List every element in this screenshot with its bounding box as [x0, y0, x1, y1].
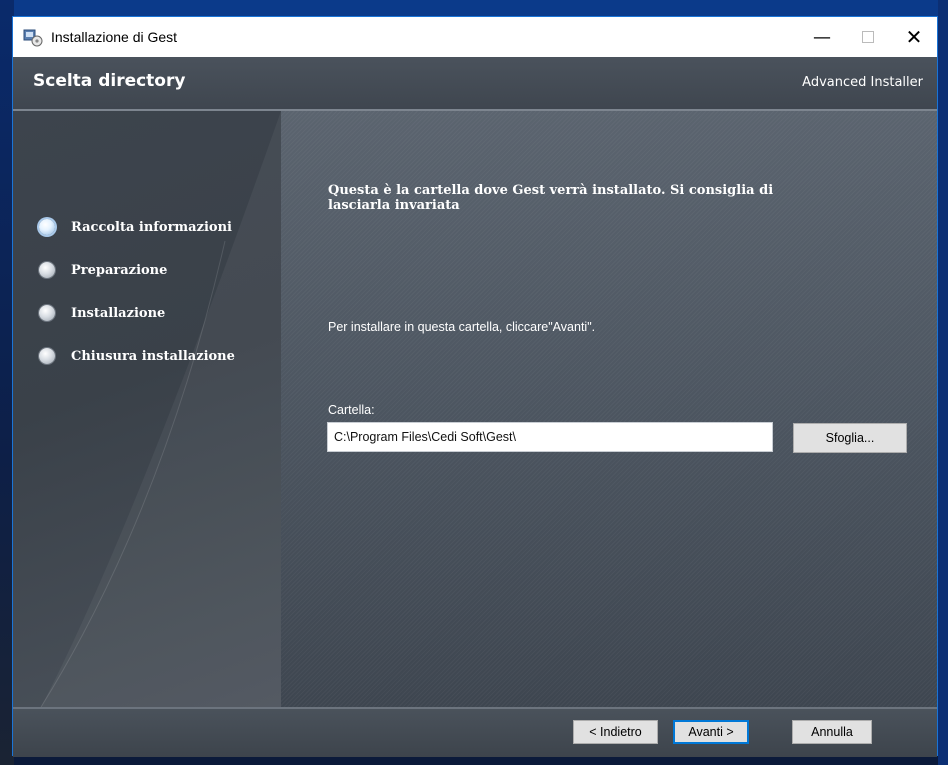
browse-button[interactable]: Sfoglia...	[793, 423, 907, 453]
maximize-button[interactable]	[845, 17, 891, 57]
step-label: Preparazione	[71, 262, 168, 278]
close-button[interactable]: ✕	[891, 17, 937, 57]
instruction-text: Per installare in questa cartella, clicc…	[328, 320, 596, 334]
desktop-background-top	[0, 0, 948, 16]
page-header: Scelta directory Advanced Installer	[13, 57, 937, 111]
step-label: Installazione	[71, 305, 166, 321]
step-indicator-icon	[39, 305, 55, 321]
desktop-background-right	[938, 0, 948, 765]
window-title: Installazione di Gest	[51, 29, 178, 45]
folder-label: Cartella:	[328, 403, 375, 417]
step-installazione: Installazione	[39, 305, 165, 321]
minimize-icon: —	[813, 26, 831, 48]
next-button[interactable]: Avanti >	[673, 720, 749, 744]
installer-window: Installazione di Gest — ✕ Scelta directo…	[12, 16, 938, 757]
step-chiusura-installazione: Chiusura installazione	[39, 348, 235, 364]
sidebar-decoration	[40, 111, 281, 707]
title-bar[interactable]: Installazione di Gest — ✕	[13, 17, 937, 57]
main-content: Questa è la cartella dove Gest verrà ins…	[281, 111, 937, 707]
step-label: Raccolta informazioni	[71, 219, 232, 235]
brand-label: Advanced Installer	[802, 75, 923, 90]
step-raccolta-informazioni: Raccolta informazioni	[39, 219, 232, 235]
page-title: Scelta directory	[33, 71, 186, 91]
step-indicator-icon	[39, 348, 55, 364]
step-preparazione: Preparazione	[39, 262, 167, 278]
back-button[interactable]: < Indietro	[573, 720, 658, 744]
minimize-button[interactable]: —	[799, 17, 845, 57]
maximize-icon	[862, 31, 874, 43]
content-heading: Questa è la cartella dove Gest verrà ins…	[328, 183, 774, 213]
step-indicator-icon	[39, 262, 55, 278]
step-label: Chiusura installazione	[71, 348, 235, 364]
steps-sidebar: Raccolta informazioni Preparazione Insta…	[13, 111, 281, 707]
footer-bar: < Indietro Avanti > Annulla	[13, 707, 937, 757]
close-icon: ✕	[905, 25, 923, 49]
installer-package-icon	[23, 27, 43, 47]
folder-path-input[interactable]	[327, 422, 773, 452]
cancel-button[interactable]: Annulla	[792, 720, 872, 744]
step-active-indicator-icon	[39, 219, 55, 235]
